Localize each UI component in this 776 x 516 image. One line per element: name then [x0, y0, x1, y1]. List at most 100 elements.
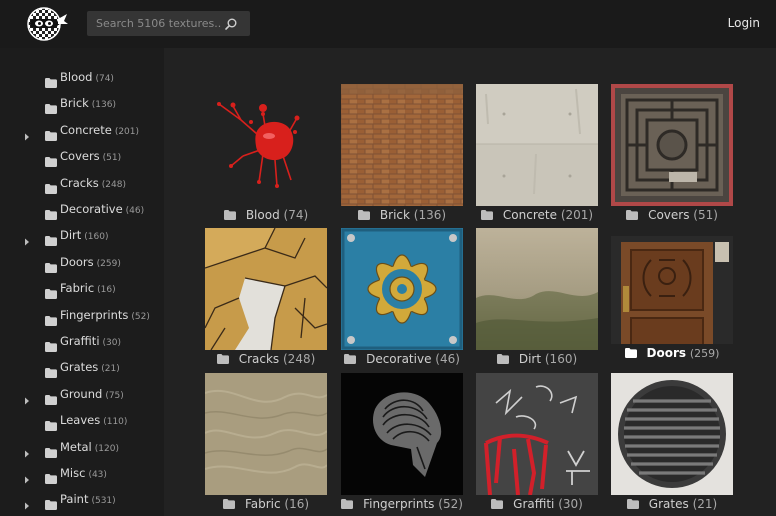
- texture-thumbnail[interactable]: [341, 84, 463, 206]
- sidebar-item-name: Fabric: [60, 281, 95, 296]
- sidebar-item-count: (160): [84, 232, 109, 243]
- texture-tile-doors[interactable]: Doors (259): [611, 228, 733, 368]
- top-bar: Login: [0, 0, 776, 48]
- sidebar-item-label: Brick (136): [60, 96, 116, 110]
- search-input[interactable]: [87, 11, 222, 36]
- texture-tile-name: Concrete: [502, 208, 557, 222]
- caret-right-icon[interactable]: [24, 495, 30, 510]
- sidebar-item-name: Metal: [60, 439, 92, 454]
- texture-tile-decorative[interactable]: Decorative (46): [341, 228, 463, 368]
- sidebar-item-leaves[interactable]: Leaves (110): [0, 409, 164, 433]
- texture-tile-count: (259): [689, 347, 720, 360]
- texture-tile-cracks[interactable]: Cracks (248): [205, 228, 327, 368]
- sidebar-item-count: (110): [103, 417, 128, 428]
- sidebar-item-brick[interactable]: Brick (136): [0, 92, 164, 116]
- sidebar-item-doors[interactable]: Doors (259): [0, 251, 164, 275]
- caret-right-icon[interactable]: [24, 443, 30, 458]
- texture-thumbnail[interactable]: [205, 373, 327, 495]
- texture-tile-caption[interactable]: Cracks (248): [205, 352, 327, 366]
- sidebar-item-label: Paint (531): [60, 492, 116, 506]
- caret-right-icon[interactable]: [24, 231, 30, 246]
- sidebar-item-label: Doors (259): [60, 255, 121, 269]
- folder-icon: [344, 353, 357, 364]
- sidebar-item-label: Fingerprints (52): [60, 308, 150, 322]
- texture-tile-caption[interactable]: Concrete (201): [476, 208, 598, 222]
- sidebar-item-blood[interactable]: Blood (74): [0, 66, 164, 90]
- texture-tile-caption[interactable]: Fabric (16): [205, 497, 327, 511]
- texture-tile-name: Covers: [648, 208, 690, 222]
- sidebar-item-count: (120): [94, 443, 119, 454]
- texture-tile-name: Graffiti: [513, 497, 555, 511]
- sidebar-item-misc[interactable]: Misc (43): [0, 462, 164, 486]
- texture-thumbnail[interactable]: [611, 236, 733, 344]
- sidebar-item-count: (75): [105, 390, 124, 401]
- texture-tile-caption[interactable]: Covers (51): [611, 208, 733, 222]
- sidebar-item-label: Cracks (248): [60, 176, 126, 190]
- sidebar-item-label: Dirt (160): [60, 228, 109, 242]
- sidebar-item-name: Graffiti: [60, 334, 100, 348]
- search-icon[interactable]: [224, 16, 238, 30]
- folder-icon: [45, 205, 57, 220]
- texture-tile-graffiti[interactable]: Graffiti (30): [476, 373, 598, 513]
- sidebar-item-decorative[interactable]: Decorative (46): [0, 198, 164, 222]
- texture-tile-name: Blood: [245, 208, 280, 222]
- texture-thumbnail[interactable]: [476, 373, 598, 495]
- folder-icon: [357, 209, 370, 220]
- sidebar-item-dirt[interactable]: Dirt (160): [0, 224, 164, 248]
- caret-right-icon[interactable]: [24, 390, 30, 405]
- texture-tile-caption[interactable]: Brick (136): [341, 208, 463, 222]
- login-link[interactable]: Login: [728, 16, 760, 30]
- sidebar-item-fingerprints[interactable]: Fingerprints (52): [0, 304, 164, 328]
- sidebar-item-metal[interactable]: Metal (120): [0, 436, 164, 460]
- texture-tile-brick[interactable]: Brick (136): [341, 84, 463, 224]
- texture-thumbnail[interactable]: [205, 84, 327, 206]
- texture-tile-fabric[interactable]: Fabric (16): [205, 373, 327, 513]
- folder-icon: [45, 152, 57, 168]
- texture-tile-count: (21): [692, 497, 718, 511]
- sidebar-item-cracks[interactable]: Cracks (248): [0, 172, 164, 196]
- folder-icon: [45, 363, 57, 379]
- folder-icon: [626, 209, 639, 220]
- texture-thumbnail[interactable]: [476, 228, 598, 350]
- texture-thumbnail[interactable]: [341, 228, 463, 350]
- texture-tile-blood[interactable]: Blood (74): [205, 84, 327, 224]
- texture-thumbnail[interactable]: [205, 228, 327, 350]
- folder-icon: [45, 73, 57, 88]
- texture-tile-caption[interactable]: Graffiti (30): [476, 497, 598, 511]
- sidebar-item-grates[interactable]: Grates (21): [0, 356, 164, 380]
- texture-tile-caption[interactable]: Doors (259): [611, 346, 733, 360]
- caret-right-icon[interactable]: [24, 469, 30, 484]
- texture-tile-covers[interactable]: Covers (51): [611, 84, 733, 224]
- sidebar-item-label: Graffiti (30): [60, 334, 121, 348]
- sidebar-item-fabric[interactable]: Fabric (16): [0, 277, 164, 301]
- caret-right-icon[interactable]: [24, 126, 30, 141]
- folder-icon: [45, 231, 57, 247]
- texture-thumbnail[interactable]: [611, 84, 733, 206]
- texture-tile-fingerprints[interactable]: Fingerprints (52): [341, 373, 463, 513]
- sidebar-item-covers[interactable]: Covers (51): [0, 145, 164, 169]
- sidebar-item-ground[interactable]: Ground (75): [0, 383, 164, 407]
- sidebar-item-count: (43): [88, 470, 107, 480]
- folder-icon: [491, 498, 504, 509]
- sidebar-item-paint[interactable]: Paint (531): [0, 488, 164, 512]
- folder-icon: [45, 99, 57, 115]
- texture-tile-count: (30): [558, 497, 583, 511]
- texture-tile-concrete[interactable]: Concrete (201): [476, 84, 598, 224]
- sidebar-item-name: Brick: [60, 96, 89, 111]
- texture-tile-caption[interactable]: Fingerprints (52): [341, 497, 463, 511]
- ninja-logo-icon[interactable]: [24, 7, 68, 41]
- texture-thumbnail[interactable]: [611, 373, 733, 495]
- sidebar-item-graffiti[interactable]: Graffiti (30): [0, 330, 164, 354]
- sidebar-item-count: (52): [131, 311, 150, 322]
- folder-icon: [341, 498, 354, 509]
- texture-thumbnail[interactable]: [476, 84, 598, 206]
- texture-tile-grates[interactable]: Grates (21): [611, 373, 733, 513]
- texture-tile-caption[interactable]: Dirt (160): [476, 352, 598, 366]
- texture-tile-caption[interactable]: Decorative (46): [341, 352, 463, 366]
- sidebar-item-concrete[interactable]: Concrete (201): [0, 119, 164, 143]
- texture-tile-dirt[interactable]: Dirt (160): [476, 228, 598, 368]
- texture-thumbnail[interactable]: [341, 373, 463, 495]
- texture-tile-caption[interactable]: Blood (74): [205, 208, 327, 222]
- texture-tile-caption[interactable]: Grates (21): [611, 497, 733, 511]
- texture-tile-count: (74): [283, 208, 309, 222]
